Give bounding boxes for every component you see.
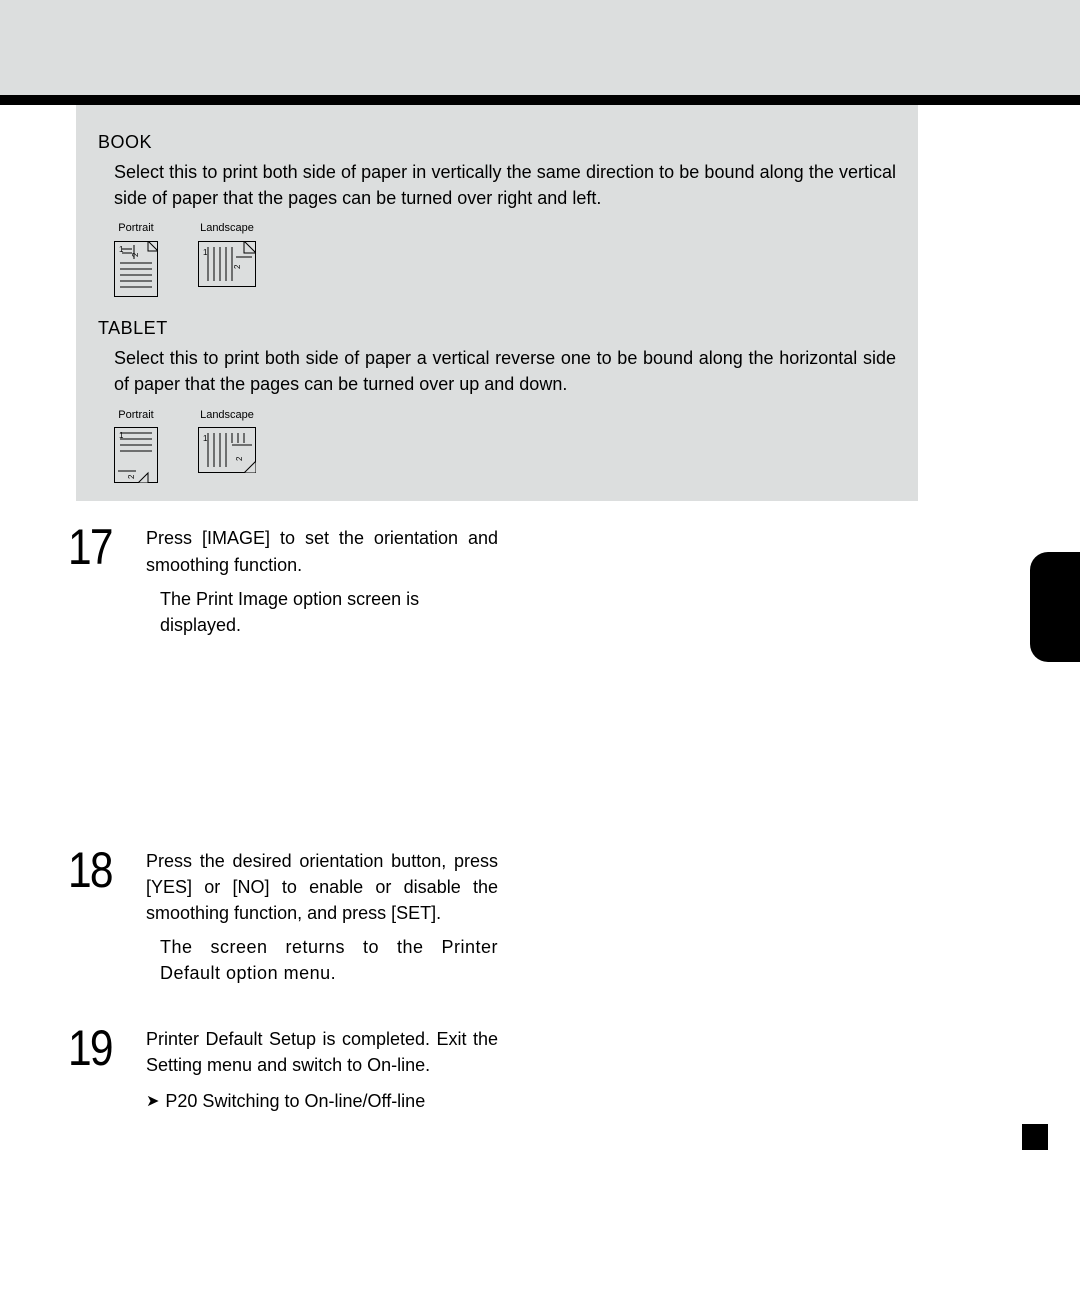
svg-text:1: 1 — [203, 434, 208, 443]
book-portrait-label: Portrait — [118, 221, 153, 237]
page-corner-block — [1022, 1124, 1048, 1150]
svg-text:2: 2 — [131, 252, 140, 257]
step-17-number: 17 — [68, 525, 126, 570]
header-background — [0, 0, 1080, 95]
step-19: 19 Printer Default Setup is completed. E… — [68, 1026, 498, 1114]
svg-text:2: 2 — [235, 456, 244, 461]
tablet-thumbnails: Portrait 1 2 Landscape — [114, 408, 896, 484]
step-19-title: Printer Default Setup is completed. Exit… — [146, 1026, 498, 1078]
tablet-landscape-thumb: Landscape 1 2 — [198, 408, 256, 474]
svg-text:1: 1 — [119, 431, 124, 440]
step-17-sub: The Print Image option screen is display… — [160, 586, 498, 638]
book-thumbnails: Portrait 1 2 Landscape — [114, 221, 896, 297]
tablet-heading: TABLET — [98, 315, 896, 341]
header-bar — [0, 95, 1080, 105]
book-portrait-thumb: Portrait 1 2 — [114, 221, 158, 297]
book-heading: BOOK — [98, 129, 896, 155]
tablet-description: Select this to print both side of paper … — [114, 345, 896, 397]
step-18-title: Press the desired orientation button, pr… — [146, 848, 498, 926]
page-edge-tab — [1030, 552, 1080, 662]
step-18-sub: The screen returns to the Printer Defaul… — [160, 934, 498, 986]
arrow-right-icon: ➤ — [146, 1090, 159, 1113]
step-18-number: 18 — [68, 848, 126, 893]
tablet-portrait-thumb: Portrait 1 2 — [114, 408, 158, 484]
tablet-landscape-label: Landscape — [200, 408, 254, 424]
svg-text:2: 2 — [127, 474, 136, 479]
svg-text:1: 1 — [203, 248, 208, 257]
book-landscape-thumb: Landscape 1 2 — [198, 221, 256, 287]
step-19-reference: P20 Switching to On-line/Off-line — [165, 1088, 425, 1114]
book-description: Select this to print both side of paper … — [114, 159, 896, 211]
svg-text:2: 2 — [233, 264, 242, 269]
tablet-portrait-label: Portrait — [118, 408, 153, 424]
step-19-number: 19 — [68, 1026, 126, 1071]
book-landscape-label: Landscape — [200, 221, 254, 237]
book-landscape-icon: 1 2 — [198, 241, 256, 287]
svg-text:1: 1 — [119, 245, 124, 254]
duplex-info-box: BOOK Select this to print both side of p… — [76, 105, 918, 501]
tablet-landscape-icon: 1 2 — [198, 427, 256, 473]
book-portrait-icon: 1 2 — [114, 241, 158, 297]
step-17-title: Press [IMAGE] to set the orientation and… — [146, 525, 498, 577]
step-17: 17 Press [IMAGE] to set the orientation … — [68, 525, 498, 637]
step-18: 18 Press the desired orientation button,… — [68, 848, 498, 986]
tablet-portrait-icon: 1 2 — [114, 427, 158, 483]
